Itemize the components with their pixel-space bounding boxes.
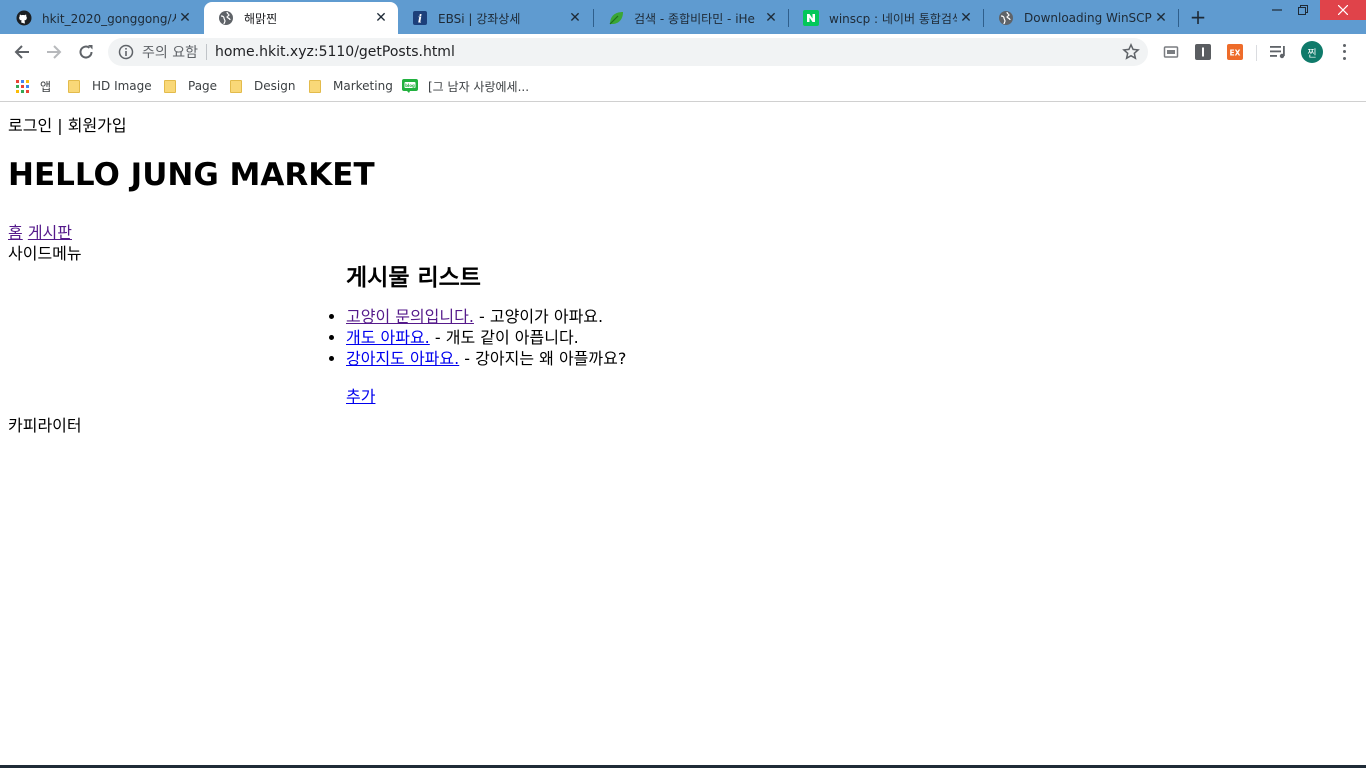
- arrow-right-icon: [47, 45, 62, 59]
- close-tab-icon[interactable]: ✕: [372, 9, 390, 27]
- tab-title: hkit_2020_gonggong/서: [42, 11, 176, 26]
- bookmark-hd-image[interactable]: HD Image: [66, 76, 152, 96]
- extension-ex-icon[interactable]: EX: [1226, 43, 1244, 61]
- new-tab-button[interactable]: +: [1186, 6, 1210, 28]
- extension-i-icon[interactable]: [1194, 43, 1212, 61]
- post-title-link[interactable]: 개도 아파요.: [346, 328, 430, 347]
- tab-title: 해맑찐: [244, 11, 278, 26]
- toolbar-divider: [1256, 45, 1257, 61]
- browser-toolbar: 주의 요함 home.hkit.xyz:5110/getPosts.html E…: [0, 34, 1366, 70]
- post-list-section: 게시물 리스트 고양이 문의입니다. - 고양이가 아파요. 개도 아파요. -…: [346, 258, 946, 407]
- bookmark-label: Design: [254, 79, 296, 93]
- blog-icon: blog: [402, 78, 418, 94]
- post-title-link[interactable]: 고양이 문의입니다.: [346, 307, 474, 326]
- tab-naver[interactable]: winscp : 네이버 통합검색 ✕: [789, 2, 983, 34]
- svg-text:EX: EX: [1230, 49, 1241, 58]
- github-icon: [16, 10, 32, 26]
- bookmark-label: Page: [188, 79, 218, 93]
- folder-icon: [66, 78, 82, 94]
- reload-button[interactable]: [74, 40, 98, 64]
- media-queue-icon[interactable]: [1270, 43, 1288, 61]
- naver-icon: [803, 10, 819, 26]
- forward-button[interactable]: [42, 40, 66, 64]
- close-tab-icon[interactable]: ✕: [1152, 9, 1170, 27]
- bookmark-design[interactable]: Design: [228, 76, 295, 96]
- post-list: 고양이 문의입니다. - 고양이가 아파요. 개도 아파요. - 개도 같이 아…: [346, 306, 946, 369]
- tab-active-page[interactable]: 해맑찐 ✕: [204, 2, 398, 34]
- profile-avatar[interactable]: 찐: [1301, 41, 1323, 63]
- tab-title: EBSi | 강좌상세: [438, 11, 521, 26]
- avatar-initial: 찐: [1307, 48, 1317, 60]
- tab-title: 검색 - 종합비타민 - iHe: [634, 11, 755, 26]
- address-bar[interactable]: 주의 요함 home.hkit.xyz:5110/getPosts.html: [108, 38, 1148, 66]
- post-separator: -: [459, 349, 476, 368]
- reload-icon: [79, 45, 93, 59]
- post-content: 개도 같이 아픕니다.: [445, 328, 579, 347]
- footer-copyright: 카피라이터: [8, 416, 82, 435]
- close-tab-icon[interactable]: ✕: [762, 9, 780, 27]
- star-icon[interactable]: [1122, 42, 1140, 61]
- login-signup-text[interactable]: 로그인 | 회원가입: [8, 112, 127, 136]
- bookmark-label: HD Image: [92, 79, 152, 93]
- info-icon[interactable]: [118, 44, 134, 60]
- folder-icon: [307, 78, 323, 94]
- add-post-link[interactable]: 추가: [346, 383, 375, 407]
- tab-ebsi[interactable]: i EBSi | 강좌상세 ✕: [398, 2, 592, 34]
- list-item: 고양이 문의입니다. - 고양이가 아파요.: [346, 306, 946, 327]
- tab-github[interactable]: hkit_2020_gonggong/서 ✕: [2, 2, 202, 34]
- arrow-left-icon: [14, 45, 29, 59]
- close-window-button[interactable]: [1320, 0, 1366, 20]
- web-page: 로그인 | 회원가입 HELLO JUNG MARKET 홈 게시판 사이드메뉴…: [0, 103, 1366, 765]
- post-content: 강아지는 왜 아플까요?: [475, 349, 627, 368]
- globe-icon: [218, 10, 234, 26]
- post-separator: -: [473, 307, 490, 326]
- more-menu-icon[interactable]: [1336, 42, 1352, 62]
- bookmark-apps[interactable]: 앱: [14, 76, 51, 96]
- list-item: 강아지도 아파요. - 강아지는 왜 아플까요?: [346, 348, 946, 369]
- tab-title: winscp : 네이버 통합검색: [829, 11, 957, 26]
- close-tab-icon[interactable]: ✕: [176, 9, 194, 27]
- url-text[interactable]: home.hkit.xyz:5110/getPosts.html: [215, 44, 455, 60]
- tab-iherb[interactable]: 검색 - 종합비타민 - iHe ✕: [594, 2, 788, 34]
- close-icon: [1338, 5, 1348, 15]
- restore-icon: [1298, 5, 1308, 15]
- folder-icon: [162, 78, 178, 94]
- globe-icon: [998, 10, 1014, 26]
- post-title-link[interactable]: 강아지도 아파요.: [346, 349, 459, 368]
- site-title: HELLO JUNG MARKET: [8, 157, 375, 193]
- tab-title: Downloading WinSCP-5: [1024, 11, 1152, 25]
- close-tab-icon[interactable]: ✕: [957, 9, 975, 27]
- tab-strip: hkit_2020_gonggong/서 ✕ 해맑찐 ✕ i EBSi | 강좌…: [0, 0, 1366, 34]
- apps-grid-icon: [14, 78, 30, 94]
- post-list-title: 게시물 리스트: [346, 265, 481, 291]
- leaf-icon: [608, 10, 624, 26]
- tab-winscp-download[interactable]: Downloading WinSCP-5 ✕: [984, 2, 1178, 34]
- svg-text:blog: blog: [405, 83, 415, 88]
- bookmark-label: [그 남자 사랑에세...: [428, 79, 530, 94]
- bookmark-blog[interactable]: blog [그 남자 사랑에세...: [402, 76, 529, 96]
- post-content: 고양이가 아파요.: [489, 307, 604, 326]
- cast-icon[interactable]: [1162, 43, 1180, 61]
- tab-divider: [1178, 9, 1179, 27]
- bookmark-label: Marketing: [333, 79, 393, 93]
- bookmark-page[interactable]: Page: [162, 76, 217, 96]
- bookmark-label: 앱: [40, 79, 52, 94]
- back-button[interactable]: [10, 40, 34, 64]
- address-divider: [205, 44, 207, 60]
- bookmark-marketing[interactable]: Marketing: [307, 76, 393, 96]
- bookmarks-bar: 앱 HD Image Page Design Marketing blog [그…: [0, 70, 1366, 102]
- security-warning[interactable]: 주의 요함: [142, 42, 198, 62]
- folder-icon: [228, 78, 244, 94]
- svg-text:i: i: [418, 13, 422, 26]
- ebsi-icon: i: [412, 10, 428, 26]
- close-tab-icon[interactable]: ✕: [566, 9, 584, 27]
- post-separator: -: [429, 328, 446, 347]
- list-item: 개도 아파요. - 개도 같이 아픕니다.: [346, 327, 946, 348]
- side-menu: 사이드메뉴: [8, 244, 82, 263]
